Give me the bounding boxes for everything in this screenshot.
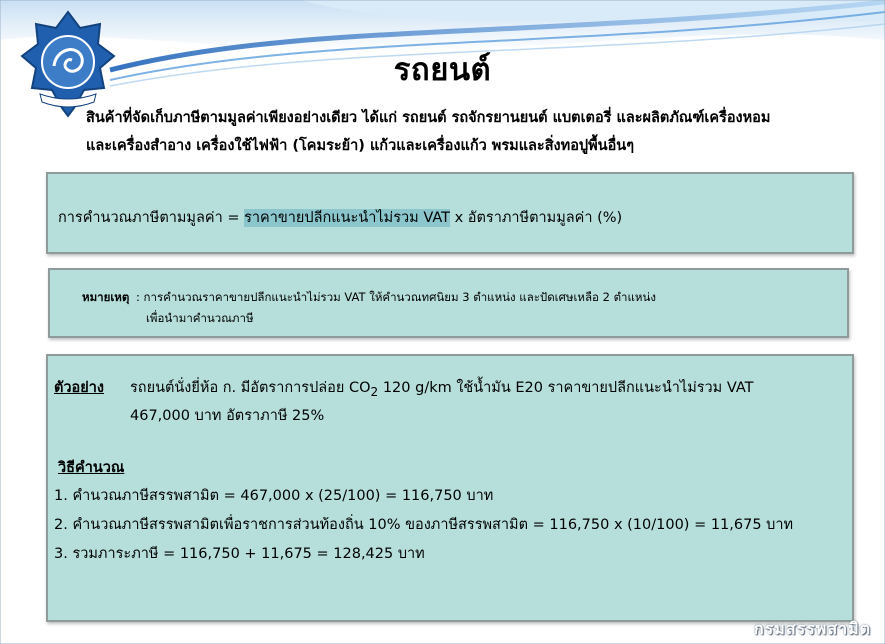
example-line-2: 467,000 บาท อัตราภาษี 25% [130,408,325,424]
page-title: รถยนต์ [393,52,492,88]
example-label: ตัวอย่าง [54,380,104,396]
example-line-1-start: รถยนต์นั่งยี่ห้อ ก. มีอัตราการปล่อย CO [130,380,371,396]
intro-paragraph: สินค้าที่จัดเก็บภาษีตามมูลค่าเพียงอย่างเ… [86,104,866,160]
intro-line-1: สินค้าที่จัดเก็บภาษีตามมูลค่าเพียงอย่างเ… [86,110,771,126]
formula-suffix: x อัตราภาษีตามมูลค่า (%) [449,210,623,226]
method-label: วิธีคำนวณ [58,460,125,476]
note-line-1: : การคำนวณราคาขายปลีกแนะนำไม่รวม VAT ให้… [136,290,656,304]
example-line-1: รถยนต์นั่งยี่ห้อ ก. มีอัตราการปล่อย CO2 … [130,376,754,399]
formula-prefix: การคำนวณภาษีตามมูลค่า = [58,210,245,226]
calc-step-1: 1. คำนวณภาษีสรรพสามิต = 467,000 x (25/10… [54,488,494,504]
calc-step-3: 3. รวมภาระภาษี = 116,750 + 11,675 = 128,… [54,546,425,562]
formula-box: การคำนวณภาษีตามมูลค่า = ราคาขายปลีกแนะนำ… [46,172,854,254]
intro-line-2: และเครื่องสำอาง เครื่องใช้ไฟฟ้า (โคมระย้… [86,138,634,154]
formula-highlighted-term[interactable]: ราคาขายปลีกแนะนำไม่รวม VAT [244,209,450,227]
calc-step-2: 2. คำนวณภาษีสรรพสามิตเพื่อราชการส่วนท้อง… [54,517,794,533]
formula-text: การคำนวณภาษีตามมูลค่า = ราคาขายปลีกแนะนำ… [58,206,622,229]
example-box: ตัวอย่าง รถยนต์นั่งยี่ห้อ ก. มีอัตราการป… [46,354,854,622]
note-line-2: เพื่อนำมาคำนวณภาษี [146,311,254,325]
example-line-1-end: 120 g/km ใช้น้ำมัน E20 ราคาขายปลีกแนะนำไ… [378,380,754,396]
note-label: หมายเหตุ [82,290,130,304]
note-box: หมายเหตุ : การคำนวณราคาขายปลีกแนะนำไม่รว… [48,268,849,338]
footer-brand: กรมสรรพสามิต [753,619,871,638]
